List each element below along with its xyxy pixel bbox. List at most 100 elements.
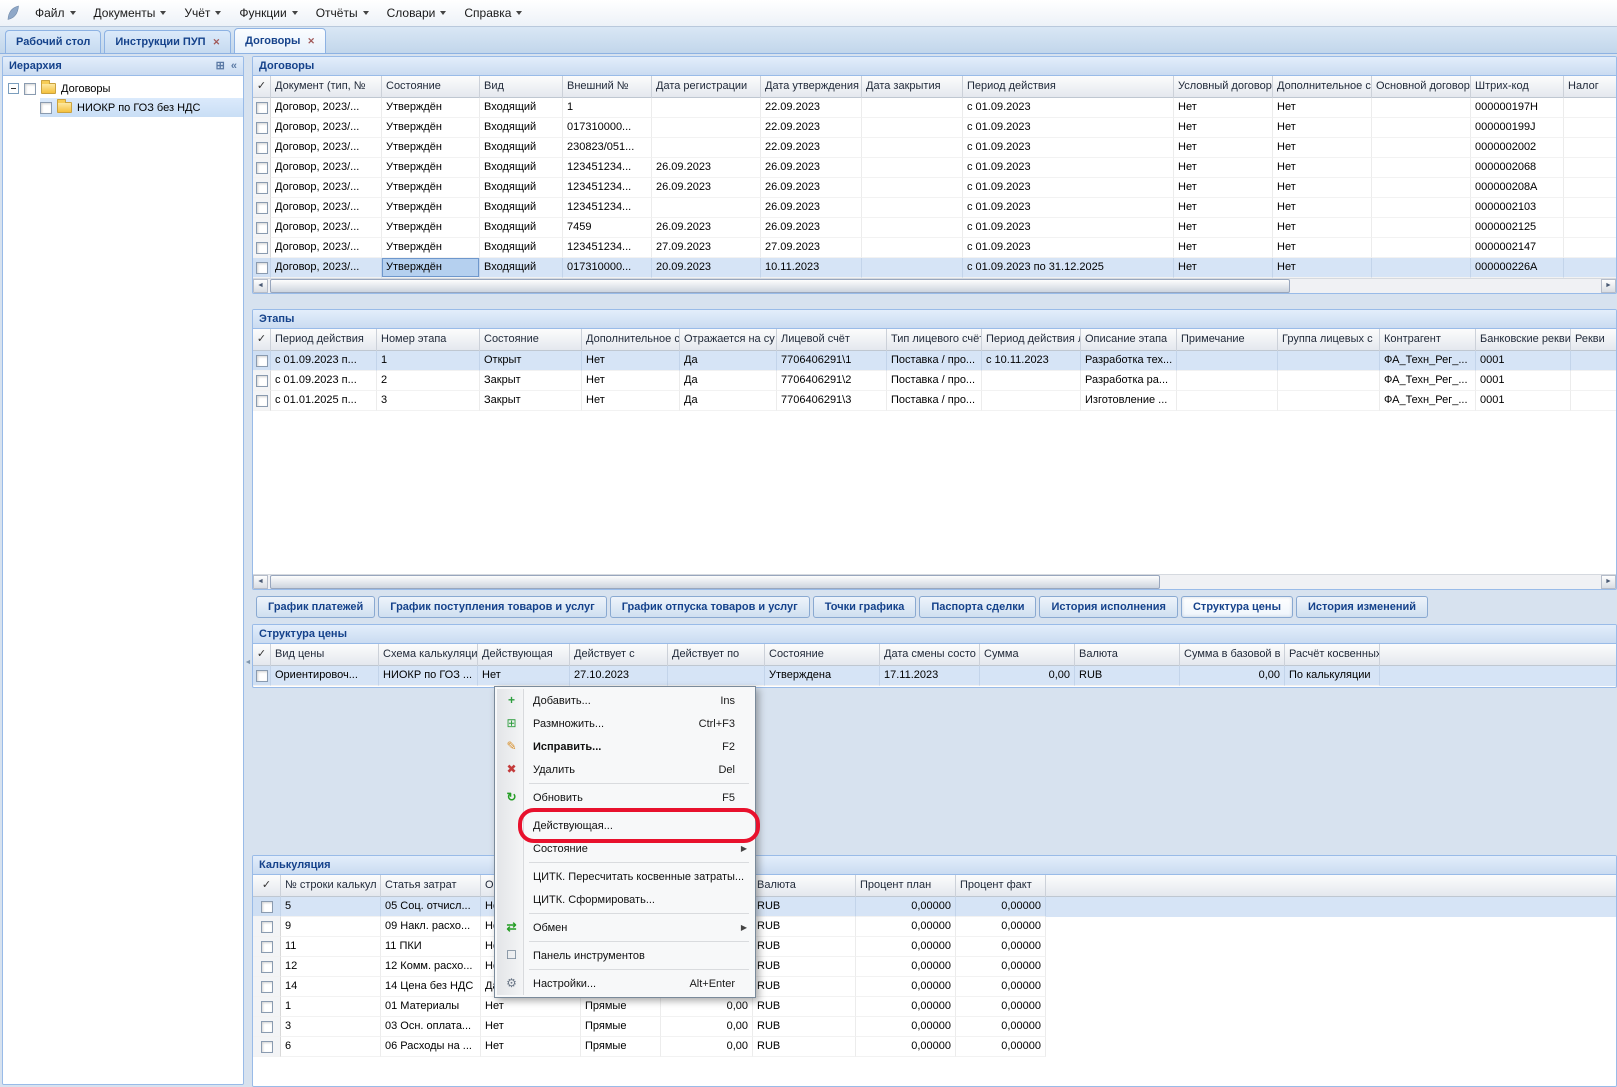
column-header-9[interactable]: Примечание	[1177, 329, 1278, 351]
column-header-3[interactable]: Внешний №	[563, 76, 652, 98]
row-checkbox[interactable]	[261, 1001, 273, 1013]
column-header-4[interactable]: Дата регистрации	[652, 76, 761, 98]
row-select-cell[interactable]	[253, 1037, 281, 1057]
column-header-11[interactable]: Контрагент	[1380, 329, 1476, 351]
menu-item-3[interactable]: ✖УдалитьDel	[497, 758, 753, 781]
column-header-13[interactable]: Рекви	[1571, 329, 1616, 351]
column-header-12[interactable]: Банковские реквиз	[1476, 329, 1571, 351]
column-header-8[interactable]: Валюта	[1075, 644, 1180, 666]
scroll-right-icon[interactable]	[1601, 575, 1616, 589]
subtab-4[interactable]: Паспорта сделки	[919, 596, 1036, 618]
subtab-3[interactable]: Точки графика	[813, 596, 917, 618]
column-header-0[interactable]: Вид цены	[271, 644, 379, 666]
tree-node-0[interactable]: Договоры	[3, 79, 243, 98]
menu-item-2[interactable]: ✎Исправить...F2	[497, 735, 753, 758]
row-checkbox[interactable]	[256, 395, 268, 407]
column-header-2[interactable]: Состояние	[480, 329, 582, 351]
row-select-cell[interactable]	[253, 1017, 281, 1037]
column-header-2[interactable]: Вид	[480, 76, 563, 98]
column-header-2[interactable]: Действующая	[478, 644, 570, 666]
scroll-left-icon[interactable]	[253, 575, 268, 589]
table-row-1[interactable]: с 01.09.2023 п...2ЗакрытНетДа7706406291\…	[253, 371, 1616, 391]
row-select-cell[interactable]	[253, 937, 281, 957]
column-header-1[interactable]: Состояние	[382, 76, 480, 98]
table-row-2[interactable]: Договор, 2023/...УтверждёнВходящий230823…	[253, 138, 1616, 158]
column-header-4[interactable]: Действует по	[668, 644, 765, 666]
row-select-cell[interactable]	[253, 957, 281, 977]
table-row-0[interactable]: Ориентировоч...НИОКР по ГОЗ ...Нет27.10.…	[253, 666, 1616, 686]
menu-item-0[interactable]: +Добавить...Ins	[497, 689, 753, 712]
tab-0[interactable]: Рабочий стол	[5, 30, 101, 53]
column-header-10[interactable]: Расчёт косвенных	[1285, 644, 1380, 666]
column-header-11[interactable]: Штрих-код	[1471, 76, 1564, 98]
menu-item-1[interactable]: ⊞Размножить...Ctrl+F3	[497, 712, 753, 735]
column-header-7[interactable]: Период действия	[963, 76, 1174, 98]
menubar-item-4[interactable]: Отчёты	[307, 2, 378, 24]
row-checkbox[interactable]	[256, 202, 268, 214]
column-header-6[interactable]: Тип лицевого счёт	[887, 329, 982, 351]
menu-item-17[interactable]: ⚙Настройки...Alt+Enter	[497, 972, 753, 995]
close-icon[interactable]	[213, 38, 221, 47]
table-row-5[interactable]: Договор, 2023/...УтверждёнВходящий123451…	[253, 198, 1616, 218]
tree-expander-icon[interactable]	[8, 83, 19, 94]
row-select-cell[interactable]	[253, 118, 271, 138]
splitter-collapse-handle[interactable]	[244, 648, 252, 678]
menubar-item-5[interactable]: Словари	[378, 2, 456, 24]
close-icon[interactable]	[307, 37, 315, 46]
scrollbar-thumb[interactable]	[270, 279, 1290, 293]
column-header-5[interactable]: Валюта	[753, 875, 856, 897]
row-checkbox[interactable]	[256, 375, 268, 387]
menu-item-10[interactable]: ЦИТК. Пересчитать косвенные затраты...	[497, 865, 753, 888]
table-row-4[interactable]: Договор, 2023/...УтверждёнВходящий123451…	[253, 178, 1616, 198]
column-header-5[interactable]: Состояние	[765, 644, 880, 666]
column-header-7[interactable]: Период действия л	[982, 329, 1081, 351]
table-row-2[interactable]: 1111 ПКИНетRUB0,000000,00000	[253, 937, 1616, 957]
column-header-7[interactable]: Сумма	[980, 644, 1075, 666]
column-header-6[interactable]: Дата смены состо	[880, 644, 980, 666]
column-header-9[interactable]: Дополнительное с	[1273, 76, 1372, 98]
menubar-item-3[interactable]: Функции	[230, 2, 306, 24]
row-select-cell[interactable]	[253, 351, 271, 371]
table-row-0[interactable]: 505 Соц. отчисл...НетRUB0,000000,00000	[253, 897, 1616, 917]
table-row-2[interactable]: с 01.01.2025 п...3ЗакрытНетДа7706406291\…	[253, 391, 1616, 411]
table-row-4[interactable]: 1414 Цена без НДСДаRUB0,000000,00000	[253, 977, 1616, 997]
menu-item-11[interactable]: ЦИТК. Сформировать...	[497, 888, 753, 911]
scrollbar-thumb[interactable]	[270, 575, 1160, 589]
table-row-1[interactable]: 909 Накл. расхо...НетRUB0,000000,00000	[253, 917, 1616, 937]
table-row-3[interactable]: Договор, 2023/...УтверждёнВходящий123451…	[253, 158, 1616, 178]
column-header-10[interactable]: Основной договор	[1372, 76, 1471, 98]
column-header-10[interactable]: Группа лицевых с	[1278, 329, 1380, 351]
locate-icon[interactable]: ⊞	[216, 60, 225, 75]
column-header-6[interactable]: Дата закрытия	[862, 76, 963, 98]
column-header-1[interactable]: Статья затрат	[381, 875, 481, 897]
row-select-cell[interactable]	[253, 158, 271, 178]
column-header-3[interactable]: Действует с	[570, 644, 668, 666]
row-select-cell[interactable]	[253, 258, 271, 278]
subtab-0[interactable]: График платежей	[256, 596, 375, 618]
menubar-item-2[interactable]: Учёт	[175, 2, 230, 24]
row-select-cell[interactable]	[253, 997, 281, 1017]
column-header-0[interactable]: № строки калькул	[281, 875, 381, 897]
menubar-item-6[interactable]: Справка	[455, 2, 531, 24]
row-checkbox[interactable]	[261, 941, 273, 953]
row-checkbox[interactable]	[256, 242, 268, 254]
column-header-12[interactable]: Налог	[1564, 76, 1616, 98]
column-header-1[interactable]: Номер этапа	[377, 329, 480, 351]
column-header-1[interactable]: Схема калькуляци	[379, 644, 478, 666]
column-header-7[interactable]: Процент факт	[956, 875, 1046, 897]
tree-node-1[interactable]: НИОКР по ГОЗ без НДС	[3, 98, 243, 117]
row-checkbox[interactable]	[261, 901, 273, 913]
column-header-0[interactable]: Документ (тип, №	[271, 76, 382, 98]
row-checkbox[interactable]	[256, 122, 268, 134]
row-select-cell[interactable]	[253, 897, 281, 917]
horizontal-scrollbar[interactable]	[253, 574, 1616, 589]
tab-1[interactable]: Инструкции ПУП	[104, 30, 231, 53]
row-select-cell[interactable]	[253, 178, 271, 198]
tree-checkbox[interactable]	[24, 83, 36, 95]
column-header-3[interactable]: Дополнительное с	[582, 329, 680, 351]
row-select-cell[interactable]	[253, 666, 271, 686]
table-row-3[interactable]: 1212 Комм. расхо...НетRUB0,000000,00000	[253, 957, 1616, 977]
row-select-cell[interactable]	[253, 371, 271, 391]
subtab-5[interactable]: История исполнения	[1039, 596, 1178, 618]
menubar-item-1[interactable]: Документы	[85, 2, 176, 24]
